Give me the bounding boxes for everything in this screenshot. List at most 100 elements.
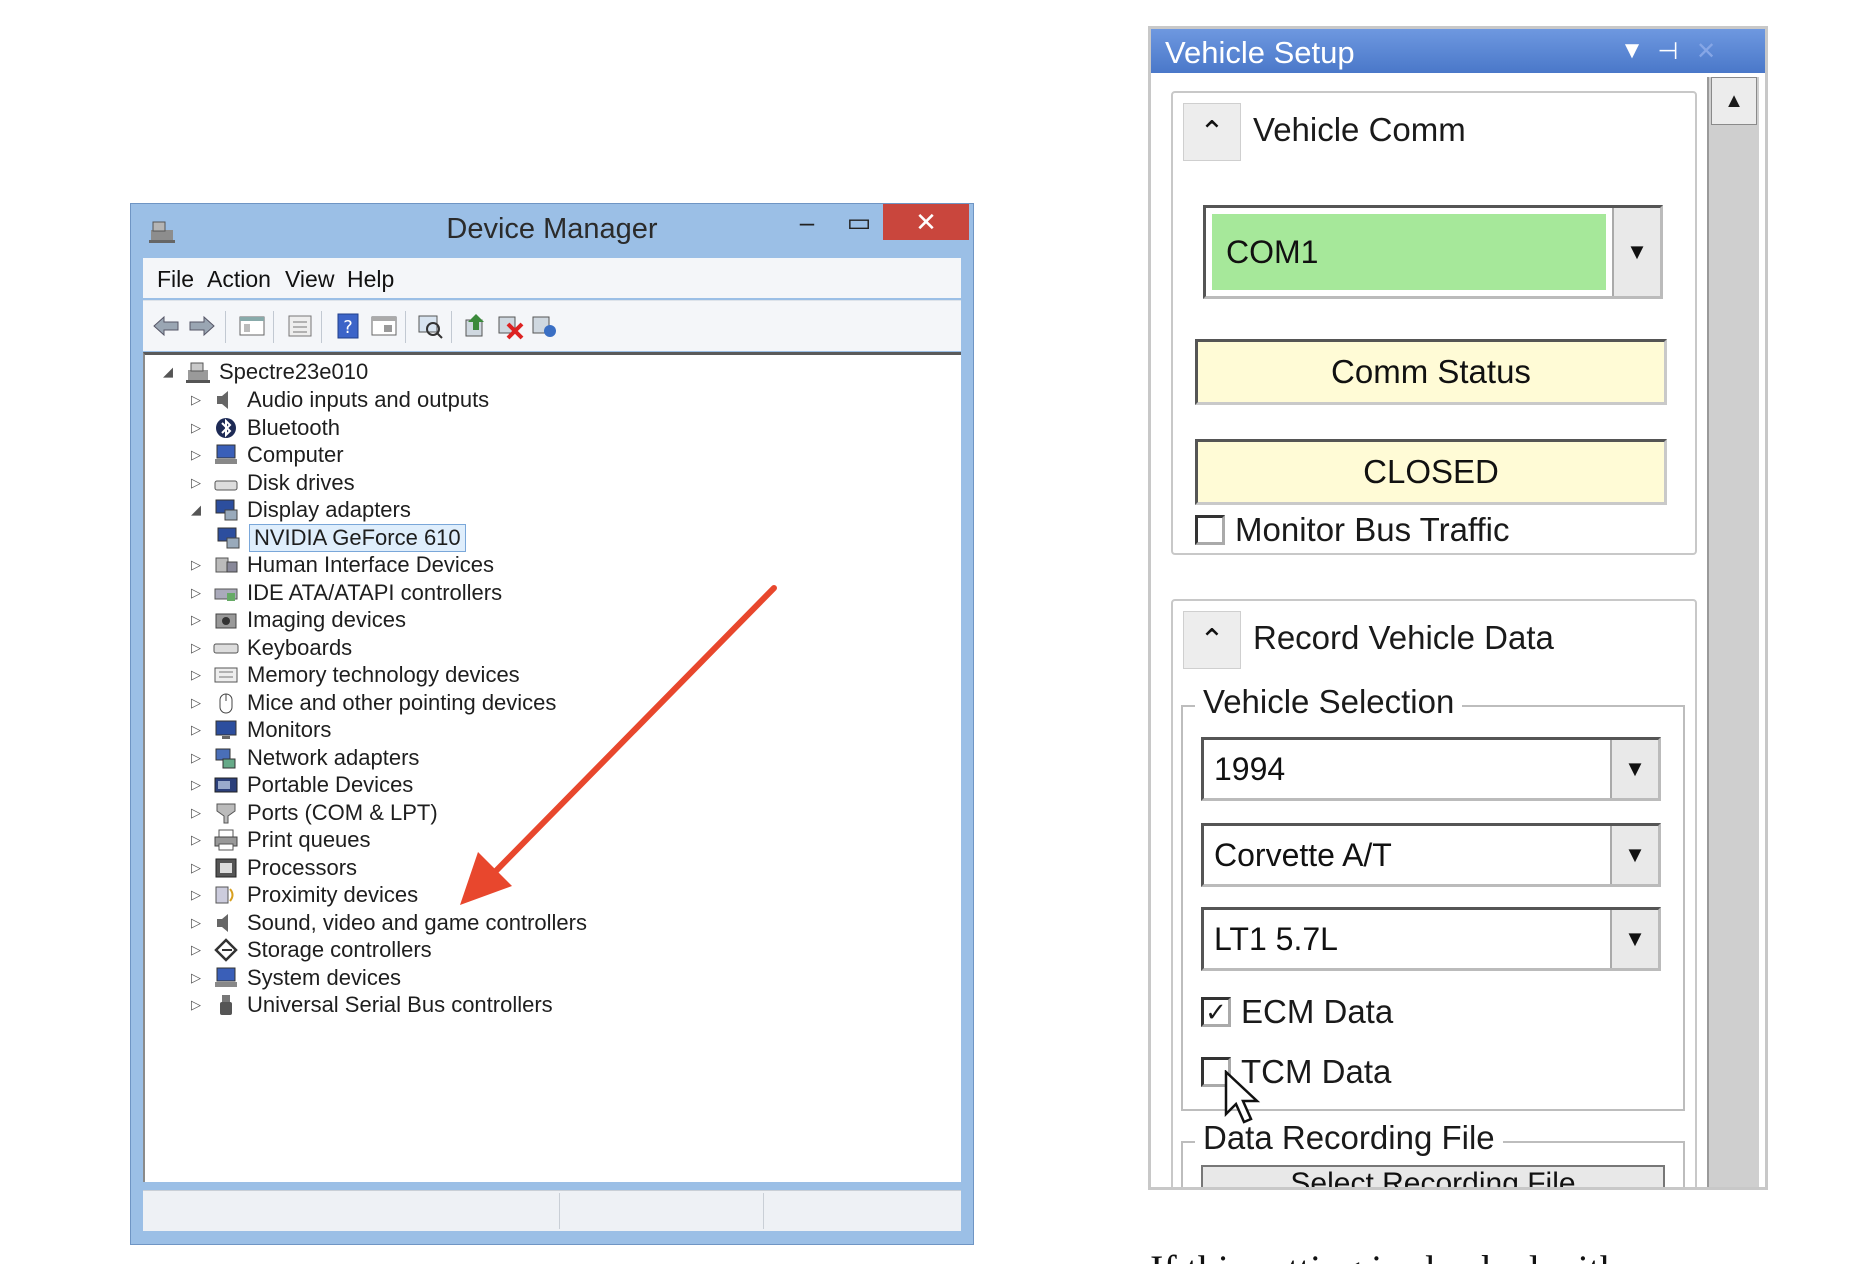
minimize-button[interactable]: – (779, 204, 835, 240)
tree-item-label: Sound, video and game controllers (247, 909, 587, 935)
collapsed-triangle-icon[interactable]: ▷ (187, 639, 205, 657)
collapsed-triangle-icon[interactable]: ▷ (187, 859, 205, 877)
enable-device-icon[interactable] (529, 311, 559, 341)
update-driver-icon[interactable] (461, 311, 491, 341)
collapsed-triangle-icon[interactable]: ▷ (187, 886, 205, 904)
tree-category-item[interactable]: ▷ Print queues (187, 825, 371, 855)
forward-arrow-icon[interactable] (187, 311, 217, 341)
year-select[interactable]: 1994 ▼ (1201, 737, 1661, 801)
com-port-select[interactable]: COM1 ▼ (1203, 205, 1663, 299)
tree-category-item[interactable]: ▷ Sound, video and game controllers (187, 908, 587, 938)
show-hidden-icon[interactable] (369, 311, 399, 341)
tree-item-label: Storage controllers (247, 937, 432, 962)
scroll-up-arrow-icon[interactable]: ▲ (1711, 77, 1757, 125)
tree-category-item[interactable]: ▷ Portable Devices (187, 770, 413, 800)
collapsed-triangle-icon[interactable]: ▷ (187, 446, 205, 464)
tree-category-item[interactable]: ▷ Storage controllers (187, 935, 432, 965)
vertical-scrollbar[interactable]: ▲ (1707, 77, 1759, 1187)
collapsed-triangle-icon[interactable]: ▷ (187, 419, 205, 437)
keyboard-icon (213, 643, 239, 653)
properties-icon[interactable] (237, 311, 267, 341)
tree-category-item[interactable]: ▷ Audio inputs and outputs (187, 385, 489, 415)
tree-category-item[interactable]: ▷ Memory technology devices (187, 660, 520, 690)
tree-item-label: IDE ATA/ATAPI controllers (247, 579, 503, 605)
menu-help[interactable]: Help (347, 266, 394, 293)
ecm-data-row[interactable]: ✓ ECM Data (1201, 993, 1393, 1031)
chevron-down-icon[interactable]: ▼ (1610, 826, 1658, 884)
collapsed-triangle-icon[interactable]: ▷ (187, 969, 205, 987)
chevron-down-icon[interactable]: ▼ (1610, 740, 1658, 798)
maximize-button[interactable]: ▭ (831, 204, 887, 240)
collapsed-triangle-icon[interactable]: ▷ (187, 694, 205, 712)
scan-hardware-icon[interactable] (415, 311, 445, 341)
engine-select[interactable]: LT1 5.7L ▼ (1201, 907, 1661, 971)
collapsed-triangle-icon[interactable]: ▷ (187, 556, 205, 574)
collapsed-triangle-icon[interactable]: ▷ (187, 721, 205, 739)
display-adapter-icon (215, 499, 238, 521)
menu-action[interactable]: Action (207, 266, 271, 293)
ecm-data-checkbox[interactable]: ✓ (1201, 997, 1231, 1027)
pin-icon[interactable]: ⊣ (1653, 35, 1683, 67)
storage-icon (214, 938, 238, 962)
device-manager-window: Device Manager – ▭ ✕ File Action View He… (130, 203, 974, 1245)
tree-category-item[interactable]: ▷ Universal Serial Bus controllers (187, 990, 553, 1020)
menu-file[interactable]: File (157, 266, 194, 293)
tree-category-item[interactable]: ▷ Network adapters (187, 743, 419, 773)
tree-category-item[interactable]: ▷ Keyboards (187, 633, 352, 663)
tree-category-item[interactable]: ▷ System devices (187, 963, 401, 993)
close-icon[interactable]: ✕ (1691, 35, 1721, 67)
collapsed-triangle-icon[interactable]: ▷ (187, 391, 205, 409)
collapsed-triangle-icon[interactable]: ▷ (187, 666, 205, 684)
tree-category-item[interactable]: ▷ Proximity devices (187, 880, 418, 910)
tree-category-item[interactable]: ▷ Mice and other pointing devices (187, 688, 556, 718)
monitor-bus-traffic-checkbox[interactable] (1195, 515, 1225, 545)
collapsed-triangle-icon[interactable]: ▷ (187, 831, 205, 849)
list-view-icon[interactable] (285, 311, 315, 341)
collapsed-triangle-icon[interactable]: ▷ (187, 776, 205, 794)
speaker-icon (217, 913, 228, 932)
collapsed-triangle-icon[interactable]: ▷ (187, 804, 205, 822)
collapsed-triangle-icon[interactable]: ▷ (187, 996, 205, 1014)
memory-icon (214, 667, 238, 683)
collapsed-triangle-icon[interactable]: ▷ (187, 611, 205, 629)
tree-root[interactable]: ◢ Spectre23e010 (159, 357, 368, 387)
tree-item-label: System devices (247, 964, 402, 990)
collapsed-triangle-icon[interactable]: ▷ (187, 941, 205, 959)
expanded-triangle-icon[interactable]: ◢ (159, 363, 177, 381)
vehicle-comm-group: ⌃ Vehicle Comm COM1 ▼ Comm Status CLOSED… (1171, 91, 1697, 555)
panel-title-bar[interactable]: Vehicle Setup ▼ ⊣ ✕ (1151, 29, 1765, 73)
collapsed-triangle-icon[interactable]: ▷ (187, 474, 205, 492)
expanded-triangle-icon[interactable]: ◢ (187, 501, 205, 519)
model-select[interactable]: Corvette A/T ▼ (1201, 823, 1661, 887)
collapsed-triangle-icon[interactable]: ▷ (187, 749, 205, 767)
monitor-bus-traffic-row[interactable]: Monitor Bus Traffic (1195, 511, 1510, 549)
vehicle-setup-panel: Vehicle Setup ▼ ⊣ ✕ ▲ ⌃ Vehicle Comm COM… (1148, 26, 1768, 1190)
tree-category-item[interactable]: ▷ Processors (187, 853, 357, 883)
close-button[interactable]: ✕ (883, 204, 969, 240)
tree-category-item[interactable]: ▷ IDE ATA/ATAPI controllers (187, 578, 502, 608)
help-icon[interactable]: ? (333, 311, 363, 341)
collapse-chevron-icon[interactable]: ⌃ (1183, 103, 1241, 161)
back-arrow-icon[interactable] (151, 311, 181, 341)
tree-category-item[interactable]: ▷ Disk drives (187, 468, 355, 498)
tree-category-item[interactable]: ▷ Imaging devices (187, 605, 406, 635)
tree-category-item[interactable]: ▷ Computer (187, 440, 344, 470)
tree-category-item[interactable]: ▷ Bluetooth (187, 413, 340, 443)
collapsed-triangle-icon[interactable]: ▷ (187, 914, 205, 932)
select-recording-file-button[interactable]: Select Recording File (1201, 1165, 1665, 1187)
chevron-down-icon[interactable]: ▼ (1610, 910, 1658, 968)
collapsed-triangle-icon[interactable]: ▷ (187, 584, 205, 602)
tree-category-item[interactable]: ▷ Ports (COM & LPT) (187, 798, 438, 828)
dropdown-icon[interactable]: ▼ (1617, 35, 1647, 67)
collapse-chevron-icon[interactable]: ⌃ (1183, 611, 1241, 669)
chevron-down-icon[interactable]: ▼ (1612, 208, 1660, 296)
hid-icon (215, 557, 238, 573)
status-bar (143, 1190, 961, 1231)
tree-category-item[interactable]: ▷ Human Interface Devices (187, 550, 494, 580)
title-bar[interactable]: Device Manager – ▭ ✕ (131, 204, 973, 256)
menu-view[interactable]: View (285, 266, 334, 293)
tree-category-item[interactable]: ◢ Display adapters (187, 495, 411, 525)
tree-category-item[interactable]: ▷ Monitors (187, 715, 331, 745)
tree-child-item[interactable]: NVIDIA GeForce 610 (215, 523, 466, 553)
uninstall-icon[interactable] (495, 311, 525, 341)
